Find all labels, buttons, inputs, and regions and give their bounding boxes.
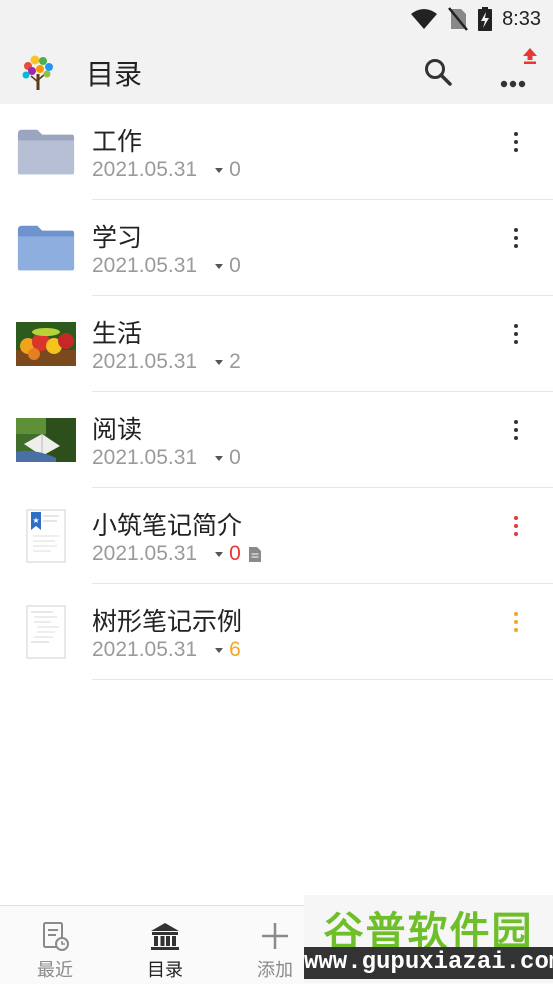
caret-down-icon	[215, 359, 224, 365]
caret-down-icon	[215, 167, 224, 173]
item-meta: 2021.05.31 0	[92, 542, 261, 566]
nav-directory[interactable]: 目录	[110, 906, 220, 984]
folder-gray-icon	[16, 124, 76, 180]
nav-recent[interactable]: 最近	[0, 906, 110, 984]
no-sim-icon	[448, 7, 469, 31]
wifi-icon	[411, 9, 438, 29]
item-meta: 2021.05.31 0	[92, 254, 241, 278]
item-count: 6	[229, 638, 241, 661]
search-button[interactable]	[418, 52, 458, 92]
list-item[interactable]: 阅读 2021.05.31 0	[0, 392, 553, 488]
watermark-title: 谷普软件园	[323, 909, 534, 955]
item-date: 2021.05.31	[92, 542, 198, 565]
item-date: 2021.05.31	[92, 254, 198, 277]
page-title: 目录	[86, 58, 143, 91]
item-date: 2021.05.31	[92, 158, 198, 181]
list-item[interactable]: 树形笔记示例 2021.05.31 6	[0, 584, 553, 680]
recent-icon	[43, 922, 69, 951]
list-item[interactable]: 工作 2021.05.31 0	[0, 104, 553, 200]
app-bar: 目录	[0, 38, 553, 104]
fruit-basket-photo	[16, 316, 76, 372]
list-item[interactable]: ★ 小筑笔记简介 2021.05.31 0	[0, 488, 553, 584]
app-logo-tree-icon	[22, 55, 53, 90]
item-menu-button[interactable]	[500, 606, 532, 638]
folder-blue-icon	[16, 220, 76, 276]
item-title: 小筑笔记简介	[92, 511, 243, 540]
library-icon	[151, 923, 179, 950]
item-title: 树形笔记示例	[92, 607, 243, 636]
more-options-button[interactable]	[494, 48, 538, 92]
item-date: 2021.05.31	[92, 638, 198, 661]
item-count: 0	[229, 158, 241, 181]
item-title: 生活	[92, 319, 143, 348]
item-menu-button[interactable]	[500, 222, 532, 254]
search-icon	[425, 59, 452, 86]
item-meta: 2021.05.31 0	[92, 158, 241, 182]
caret-down-icon	[215, 551, 224, 557]
item-meta: 2021.05.31 0	[92, 446, 241, 470]
divider	[92, 679, 553, 680]
svg-text:★: ★	[32, 516, 39, 525]
reading-photo	[16, 412, 76, 468]
item-menu-button[interactable]	[500, 318, 532, 350]
status-bar: 8:33	[0, 0, 553, 38]
caret-down-icon	[215, 455, 224, 461]
item-meta: 2021.05.31 6	[92, 638, 241, 662]
watermark: 谷普软件园 www.gupuxiazai.com	[304, 895, 553, 983]
watermark-url: www.gupuxiazai.com	[304, 947, 553, 979]
item-menu-button[interactable]	[500, 510, 532, 542]
document-icon	[248, 546, 261, 562]
caret-down-icon	[215, 263, 224, 269]
status-time: 8:33	[502, 7, 541, 30]
nav-label: 最近	[37, 960, 73, 981]
nav-label: 目录	[147, 960, 183, 981]
tree-doc-icon	[16, 604, 76, 660]
list-item[interactable]: 学习 2021.05.31 0	[0, 200, 553, 296]
battery-charging-icon	[478, 7, 493, 31]
upload-alert-icon	[523, 48, 537, 64]
item-title: 工作	[92, 127, 143, 156]
add-icon	[262, 923, 288, 949]
item-meta: 2021.05.31 2	[92, 350, 241, 374]
caret-down-icon	[215, 647, 224, 653]
item-count: 0	[229, 446, 241, 469]
item-count: 0	[229, 542, 241, 565]
more-horizontal-icon	[500, 80, 526, 88]
item-count: 2	[229, 350, 241, 373]
item-title: 阅读	[92, 415, 143, 444]
status-icons: 8:33	[410, 6, 541, 32]
list-item[interactable]: 生活 2021.05.31 2	[0, 296, 553, 392]
item-date: 2021.05.31	[92, 350, 198, 373]
item-count: 0	[229, 254, 241, 277]
item-menu-button[interactable]	[500, 126, 532, 158]
note-doc-icon: ★	[16, 508, 76, 564]
item-title: 学习	[92, 223, 143, 252]
item-date: 2021.05.31	[92, 446, 198, 469]
directory-list: 工作 2021.05.31 0 学习 2021.05.31 0 生活 2021.…	[0, 104, 553, 680]
item-menu-button[interactable]	[500, 414, 532, 446]
